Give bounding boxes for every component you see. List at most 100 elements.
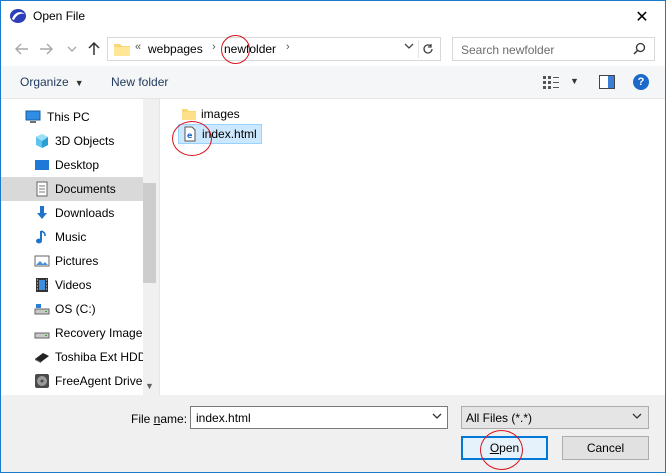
cancel-button[interactable]: Cancel bbox=[562, 436, 649, 460]
nav-item-desktop[interactable]: Desktop bbox=[1, 153, 143, 177]
desktop-icon bbox=[35, 160, 49, 170]
drive-icon bbox=[34, 304, 50, 315]
refresh-icon bbox=[422, 44, 433, 54]
address-history-button[interactable] bbox=[404, 41, 414, 52]
nav-item-toshiba-ext-hdd[interactable]: Toshiba Ext HDD bbox=[1, 345, 147, 369]
nav-label: Videos bbox=[55, 278, 92, 292]
crumb-webpages[interactable]: webpages bbox=[148, 42, 203, 56]
nav-item-downloads[interactable]: Downloads bbox=[1, 201, 143, 225]
chevron-down-icon bbox=[67, 46, 77, 52]
documents-icon bbox=[36, 181, 48, 197]
file-name-label: File name: bbox=[131, 412, 187, 426]
nav-item-this-pc[interactable]: This PC bbox=[1, 105, 143, 129]
crumb-separator[interactable]: › bbox=[212, 41, 216, 53]
chevron-down-icon bbox=[432, 413, 442, 419]
arrow-up-icon bbox=[88, 42, 100, 55]
app-logo-icon bbox=[10, 9, 26, 23]
file-type-value: All Files (*.*) bbox=[466, 411, 533, 425]
forward-button[interactable] bbox=[37, 40, 55, 58]
drive-icon bbox=[34, 332, 50, 339]
navigation-pane: This PC 3D Objects Desktop Documents Dow… bbox=[1, 99, 156, 395]
caret-down-icon: ▼ bbox=[74, 78, 84, 88]
arrow-right-icon bbox=[40, 43, 53, 55]
up-button[interactable] bbox=[85, 40, 103, 58]
open-file-dialog: Open File ✕ « webpages › newfolder › Sea… bbox=[0, 0, 666, 473]
folder-icon bbox=[182, 109, 196, 120]
hdd-icon bbox=[35, 374, 49, 388]
dialog-footer: File name: index.html All Files (*.*) Op… bbox=[1, 395, 665, 472]
nav-label: Downloads bbox=[55, 206, 115, 220]
command-toolbar: Organize ▼ New folder ▼ ? bbox=[1, 66, 665, 99]
new-folder-button[interactable]: New folder bbox=[111, 75, 168, 89]
preview-pane-icon[interactable] bbox=[599, 75, 615, 89]
nav-item-3d-objects[interactable]: 3D Objects bbox=[1, 129, 143, 153]
html-file-icon: e bbox=[184, 126, 196, 142]
nav-label: Music bbox=[55, 230, 87, 244]
music-note-icon bbox=[36, 230, 46, 244]
file-name-label-post: ame: bbox=[160, 412, 188, 426]
file-item-images[interactable]: images bbox=[178, 104, 244, 124]
nav-label: OS (C:) bbox=[55, 302, 96, 316]
window-title: Open File bbox=[33, 9, 86, 23]
nav-item-videos[interactable]: Videos bbox=[1, 273, 143, 297]
nav-item-os-c[interactable]: OS (C:) bbox=[1, 297, 143, 321]
crumb-newfolder[interactable]: newfolder bbox=[224, 42, 276, 56]
file-name-input[interactable]: index.html bbox=[190, 406, 448, 429]
address-bar[interactable]: « webpages › newfolder › bbox=[107, 37, 441, 61]
back-button[interactable] bbox=[13, 40, 31, 58]
search-box[interactable]: Search newfolder bbox=[452, 37, 655, 61]
arrow-left-icon bbox=[15, 43, 28, 55]
new-folder-label: New folder bbox=[111, 75, 169, 89]
overflow-crumb[interactable]: « bbox=[135, 41, 141, 53]
nav-scrollbar-thumb[interactable] bbox=[143, 183, 156, 283]
nav-item-recovery-image[interactable]: Recovery Image bbox=[1, 321, 143, 345]
search-icon bbox=[633, 42, 646, 55]
nav-label: Documents bbox=[55, 182, 116, 196]
navigation-bar: « webpages › newfolder › Search newfolde… bbox=[1, 32, 665, 66]
nav-label: FreeAgent Drive bbox=[55, 374, 143, 388]
svg-text:e: e bbox=[187, 131, 193, 140]
nav-label: Desktop bbox=[55, 158, 100, 172]
file-item-index-html[interactable]: e index.html bbox=[178, 124, 262, 144]
open-label: pen bbox=[499, 441, 520, 455]
cube-icon bbox=[36, 134, 48, 148]
nav-item-documents[interactable]: Documents bbox=[1, 177, 143, 201]
refresh-button[interactable] bbox=[418, 40, 436, 58]
open-button[interactable]: Open bbox=[461, 436, 548, 460]
title-bar: Open File ✕ bbox=[1, 1, 665, 32]
file-name: index.html bbox=[202, 127, 257, 141]
file-list: images e index.html bbox=[159, 99, 665, 395]
nav-label: Pictures bbox=[55, 254, 99, 268]
crumb-separator[interactable]: › bbox=[286, 41, 290, 53]
organize-label: Organize bbox=[20, 75, 69, 89]
nav-label: Recovery Image bbox=[55, 326, 143, 340]
nav-label: 3D Objects bbox=[55, 134, 115, 148]
nav-item-freeagent-drive[interactable]: FreeAgent Drive bbox=[1, 369, 143, 393]
search-input[interactable]: Search newfolder bbox=[461, 43, 554, 57]
pictures-icon bbox=[34, 255, 50, 267]
close-button[interactable]: ✕ bbox=[619, 1, 665, 32]
download-arrow-icon bbox=[37, 206, 47, 219]
view-options-caret-icon[interactable]: ▼ bbox=[570, 76, 579, 86]
open-accel: O bbox=[489, 441, 500, 455]
file-name-history-button[interactable] bbox=[432, 411, 442, 422]
cancel-label: Cancel bbox=[586, 441, 625, 455]
computer-icon bbox=[25, 110, 41, 123]
close-icon: ✕ bbox=[635, 8, 649, 26]
view-options-icon[interactable] bbox=[543, 75, 559, 89]
file-name-label-pre: File bbox=[131, 412, 154, 426]
nav-item-music[interactable]: Music bbox=[1, 225, 143, 249]
recent-locations-button[interactable] bbox=[63, 40, 81, 58]
help-glyph: ? bbox=[637, 76, 645, 88]
scroll-down-icon[interactable]: ▼ bbox=[145, 381, 154, 391]
nav-item-pictures[interactable]: Pictures bbox=[1, 249, 143, 273]
nav-label: Toshiba Ext HDD bbox=[55, 350, 147, 364]
help-icon[interactable]: ? bbox=[633, 74, 649, 90]
chevron-down-icon bbox=[632, 413, 642, 419]
film-icon bbox=[36, 278, 48, 292]
file-type-dropdown-button[interactable] bbox=[632, 411, 642, 422]
organize-button[interactable]: Organize ▼ bbox=[20, 75, 84, 89]
chevron-down-icon bbox=[404, 43, 414, 49]
nav-label: This PC bbox=[47, 110, 90, 124]
file-type-select[interactable]: All Files (*.*) bbox=[461, 406, 649, 429]
